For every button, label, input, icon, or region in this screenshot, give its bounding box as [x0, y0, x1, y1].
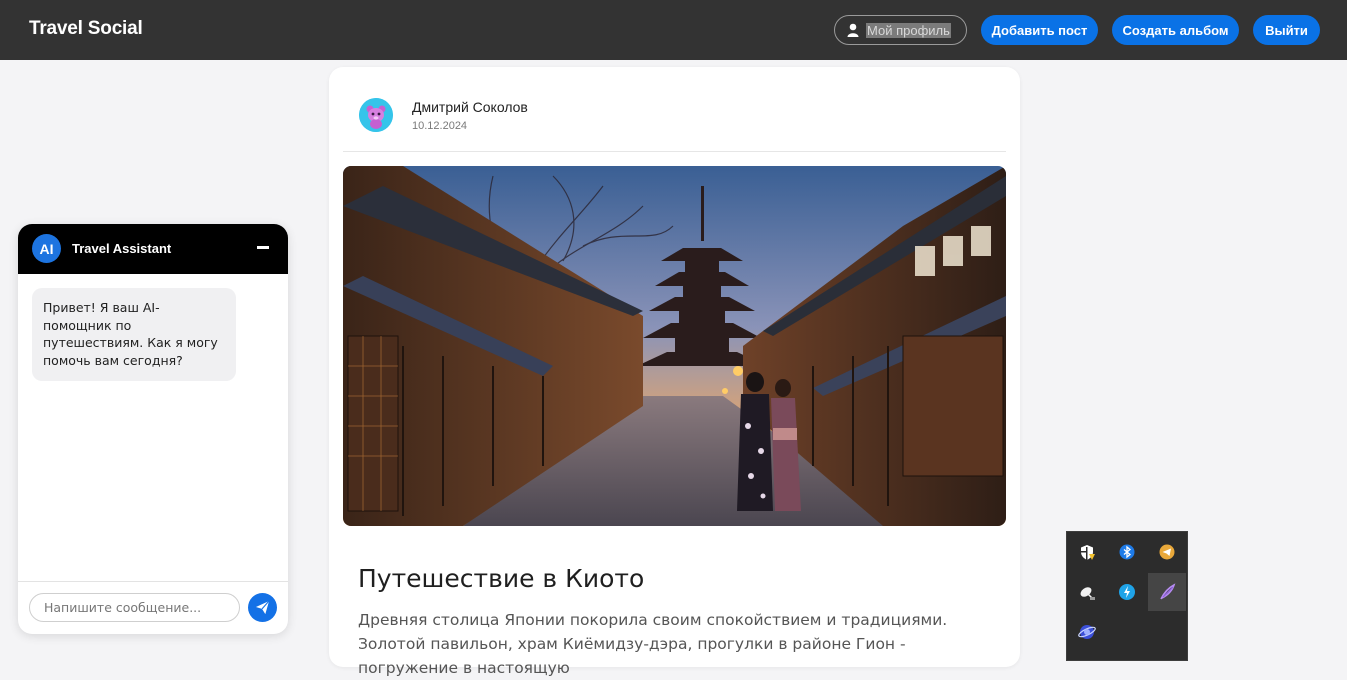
post-card: Дмитрий Соколов 10.12.2024 Путешествие в…	[329, 67, 1020, 677]
shield-warning-icon[interactable]	[1068, 533, 1106, 571]
chat-widget: AI Travel Assistant Привет! Я ваш AI-пом…	[18, 224, 288, 634]
telegram-icon[interactable]	[1148, 533, 1186, 571]
bear-avatar-icon	[359, 98, 393, 132]
chat-title: Travel Assistant	[72, 241, 172, 256]
assistant-message: Привет! Я ваш AI-помощник по путешествия…	[32, 288, 236, 381]
minimize-icon[interactable]	[257, 246, 269, 249]
top-navbar: Travel Social Мой профиль Добавить пост …	[0, 0, 1347, 60]
chat-header: AI Travel Assistant	[18, 224, 288, 274]
bluetooth-icon[interactable]	[1108, 533, 1146, 571]
post-text: Древняя столица Японии покорила своим сп…	[358, 611, 948, 677]
post-title: Путешествие в Киото	[358, 564, 645, 593]
post-photo[interactable]	[343, 166, 1006, 526]
my-profile-button[interactable]: Мой профиль	[834, 15, 967, 45]
create-album-button[interactable]: Создать альбом	[1112, 15, 1239, 45]
post-author[interactable]: Дмитрий Соколов	[412, 99, 528, 115]
site-logo[interactable]: Travel Social	[29, 18, 143, 40]
author-avatar[interactable]	[359, 98, 393, 132]
add-post-button[interactable]: Добавить пост	[981, 15, 1098, 45]
logout-button[interactable]: Выйти	[1253, 15, 1320, 45]
vpn-globe-icon[interactable]	[1068, 613, 1106, 651]
send-icon	[255, 600, 270, 615]
divider	[343, 151, 1006, 152]
kyoto-street-image	[343, 166, 1006, 526]
send-button[interactable]	[248, 593, 277, 622]
satellite-dish-icon[interactable]	[1068, 573, 1106, 611]
feather-icon[interactable]	[1148, 573, 1186, 611]
user-icon	[847, 23, 859, 37]
divider	[18, 581, 288, 582]
post-date: 10.12.2024	[412, 120, 468, 132]
my-profile-label: Мой профиль	[866, 22, 951, 38]
chat-message-input[interactable]	[29, 593, 240, 622]
ai-badge: AI	[32, 234, 61, 263]
system-tray-popup	[1066, 531, 1188, 661]
sync-icon[interactable]	[1108, 573, 1146, 611]
